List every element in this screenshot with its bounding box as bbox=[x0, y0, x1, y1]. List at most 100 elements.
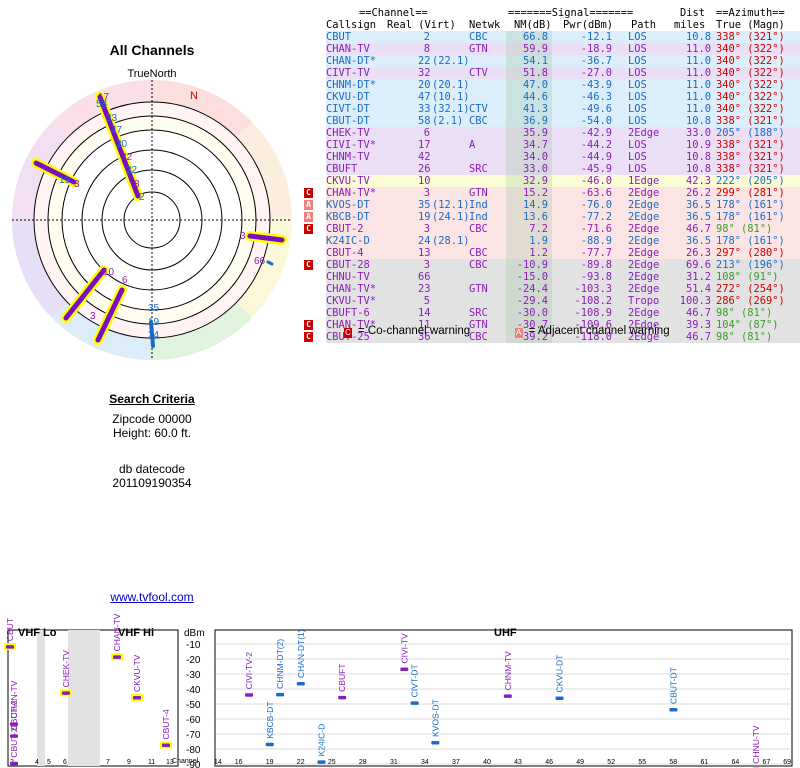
cell-real: 2 bbox=[423, 31, 430, 43]
cell-dist: 31.2 bbox=[685, 271, 711, 283]
cell-real: 42 bbox=[418, 151, 431, 163]
cell-path: 2Edge bbox=[628, 283, 660, 295]
cell-real: 3 bbox=[423, 223, 430, 235]
cell-pwr: -18.9 bbox=[580, 43, 612, 55]
group-channel: ==Channel== bbox=[359, 7, 428, 19]
group-dist: Dist bbox=[680, 7, 706, 19]
cell-virt: (10.1) bbox=[432, 91, 470, 103]
cell-dist: 46.7 bbox=[685, 307, 711, 319]
channel-tick: 6 bbox=[63, 759, 67, 766]
cell-dist: 36.5 bbox=[685, 235, 711, 247]
cell-real: 3 bbox=[423, 259, 430, 271]
cell-dist: 69.6 bbox=[685, 259, 711, 271]
cell-real: 8 bbox=[423, 43, 430, 55]
adjacent-channel-warning-icon: A bbox=[304, 212, 313, 222]
cell-call: CBUT-4 bbox=[326, 247, 364, 259]
station-label: CBUFT bbox=[337, 664, 347, 692]
cell-pwr: -108.2 bbox=[574, 295, 612, 307]
channel-tick: 22 bbox=[297, 759, 305, 766]
cell-dist: 11.0 bbox=[685, 55, 711, 67]
adjacent-channel-icon: A bbox=[514, 328, 523, 338]
channel-tick: 28 bbox=[359, 759, 367, 766]
polar-channel-label: 3 bbox=[74, 179, 80, 190]
table-row: CIVI-TV* 17 A 34.7 -44.2 LOS 10.9 338° (321°) bbox=[326, 139, 800, 151]
station-label: CHNM-TV bbox=[503, 651, 513, 691]
cell-path: LOS bbox=[628, 163, 647, 175]
cell-nm: 54.1 bbox=[522, 55, 548, 67]
cell-virt: (22.1) bbox=[432, 55, 470, 67]
channel-tick: 11 bbox=[148, 759, 155, 766]
dbm-tick: -70 bbox=[186, 730, 201, 741]
zipcode: Zipcode 00000 bbox=[112, 412, 192, 426]
cell-dist: 11.0 bbox=[685, 67, 711, 79]
cell-az: 340° (322°) bbox=[716, 103, 785, 115]
polar-channel-label: 24 bbox=[148, 330, 160, 341]
cell-real: 14 bbox=[418, 307, 431, 319]
station-label: K24IC-D bbox=[317, 724, 327, 757]
cell-call: K24IC-D bbox=[326, 235, 370, 247]
cell-nm: 15.2 bbox=[522, 187, 548, 199]
polar-channel-label: 33 bbox=[106, 113, 118, 124]
cell-nm: 59.9 bbox=[522, 43, 548, 55]
uhf-label: UHF bbox=[494, 627, 517, 639]
table-row: CIVT-DT 33 (32.1) CTV 41.3 -49.6 LOS 11.0 340° (… bbox=[326, 103, 800, 115]
adjacent-channel-text: = Adjacent channel warning bbox=[528, 325, 670, 337]
cell-nm: 34.7 bbox=[522, 139, 548, 151]
datecode-block: db datecode 201109190354 bbox=[80, 462, 224, 490]
station-label: KBCB-DT bbox=[265, 701, 275, 738]
cell-path: LOS bbox=[628, 139, 647, 151]
cell-dist: 11.0 bbox=[685, 103, 711, 115]
cell-real: 66 bbox=[418, 271, 431, 283]
spectrum-chart: VHF Lo VHF Hi UHFdBmChannel-10-20-30-40-50… bbox=[4, 613, 793, 768]
table-row: CHAN-DT* 22 (22.1) 54.1 -36.7 LOS 11.0 340° (32… bbox=[326, 55, 800, 67]
cell-call: CIVI-TV* bbox=[326, 139, 377, 151]
co-channel-icon: C bbox=[344, 328, 352, 338]
co-channel-warning-icon: C bbox=[304, 260, 313, 270]
cell-real: 20 bbox=[418, 79, 431, 91]
station-marker bbox=[276, 692, 285, 697]
dbm-tick: -40 bbox=[186, 685, 201, 696]
cell-nm: -10.9 bbox=[516, 259, 548, 271]
cell-call: CHNM-DT* bbox=[326, 79, 377, 91]
station-label: CHEK-TV bbox=[61, 650, 71, 688]
cell-az: 98° (81°) bbox=[716, 331, 773, 343]
cell-dist: 26.3 bbox=[685, 247, 711, 259]
cell-path: 2Edge bbox=[628, 211, 660, 223]
cell-dist: 10.9 bbox=[685, 139, 711, 151]
gap-shade bbox=[68, 630, 100, 766]
station-marker bbox=[669, 708, 678, 712]
cell-pwr: -49.6 bbox=[580, 103, 612, 115]
cell-path: LOS bbox=[628, 115, 647, 127]
station-label: KVOS-DT bbox=[430, 699, 440, 737]
cell-az: 340° (322°) bbox=[716, 79, 785, 91]
cell-dist: 100.3 bbox=[679, 295, 711, 307]
channel-tick: 64 bbox=[732, 759, 740, 766]
station-label: CBUT-DT bbox=[668, 667, 678, 704]
station-label: CBUT-4 bbox=[161, 709, 171, 740]
station-label: CHAN-DT(1) bbox=[296, 629, 306, 678]
cell-dist: 10.8 bbox=[685, 151, 711, 163]
cell-pwr: -36.7 bbox=[580, 55, 612, 67]
cell-net: GTN bbox=[469, 187, 488, 199]
table-header: Callsign Real (Virt) Netwk NM(dB) Pwr(dB… bbox=[326, 19, 800, 31]
station-marker bbox=[410, 701, 419, 705]
cell-real: 5 bbox=[423, 295, 430, 307]
cell-path: LOS bbox=[628, 151, 647, 163]
cell-net: GTN bbox=[469, 283, 488, 295]
table-row: C CBUT-28 3 CBC -10.9 -89.8 2Edge 69.6 213° (196… bbox=[304, 259, 800, 271]
adjacent-channel-warning-icon: A bbox=[304, 200, 313, 210]
cell-dist: 10.8 bbox=[685, 163, 711, 175]
cell-az: 338° (321°) bbox=[716, 151, 785, 163]
dbm-tick: -10 bbox=[186, 640, 201, 651]
cell-nm: 14.9 bbox=[522, 199, 548, 211]
table-row: A KVOS-DT 35 (12.1) Ind 14.9 -76.0 2Edge 36.5 178… bbox=[304, 199, 800, 211]
cell-pwr: -46.0 bbox=[580, 175, 612, 187]
channel-tick: 58 bbox=[669, 759, 677, 766]
search-criteria: Zipcode 00000 Height: 60.0 ft. bbox=[80, 412, 224, 440]
channel-tick: 67 bbox=[763, 759, 771, 766]
table-row: CBUT-4 13 CBC 1.2 -77.7 2Edge 26.3 297° (280°) bbox=[326, 247, 800, 259]
tvfool-link[interactable]: www.tvfool.com bbox=[86, 590, 218, 604]
cell-nm: -30.0 bbox=[516, 307, 548, 319]
cell-nm: 1.9 bbox=[529, 235, 548, 247]
cell-az: 222° (205°) bbox=[716, 175, 785, 187]
